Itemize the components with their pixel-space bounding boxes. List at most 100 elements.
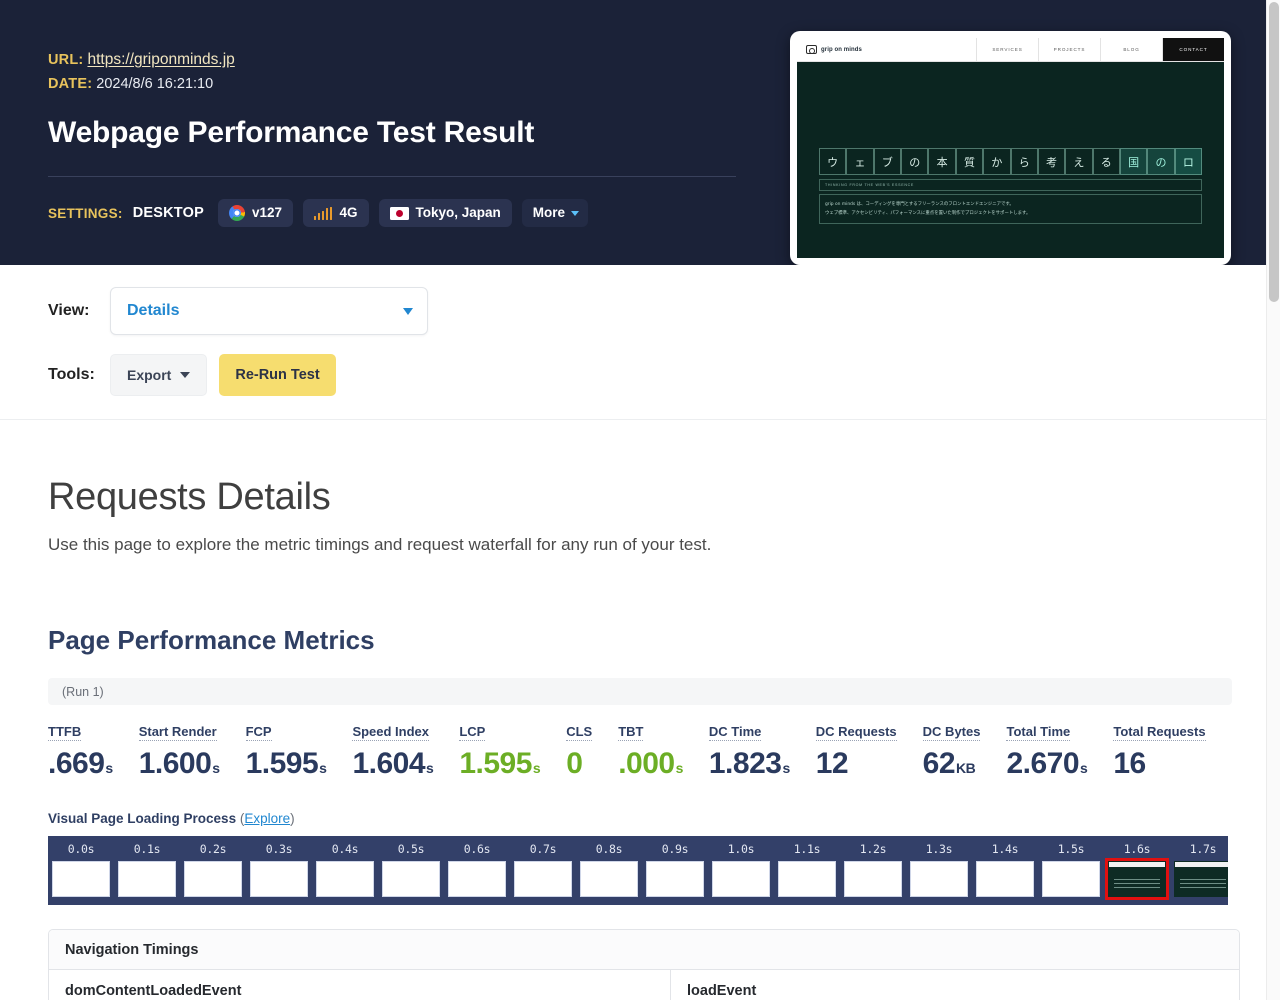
filmstrip-frame[interactable]: 0.9s — [642, 842, 708, 897]
filmstrip-frame[interactable]: 1.2s — [840, 842, 906, 897]
hero-char: ブ — [874, 148, 901, 175]
metric-label[interactable]: DC Requests — [816, 724, 897, 741]
filmstrip-frame-thumbnail[interactable] — [1108, 861, 1166, 897]
chip-location[interactable]: Tokyo, Japan — [379, 199, 512, 227]
metric-unit: s — [426, 760, 433, 776]
filmstrip-frame-thumbnail[interactable] — [448, 861, 506, 897]
filmstrip-frame-thumbnail[interactable] — [844, 861, 902, 897]
filmstrip-frame-thumbnail[interactable] — [118, 861, 176, 897]
filmstrip-scroll-container[interactable]: 0.0s0.1s0.2s0.3s0.4s0.5s0.6s0.7s0.8s0.9s… — [48, 836, 1228, 905]
filmstrip-frame[interactable]: 0.6s — [444, 842, 510, 897]
filmstrip-frame[interactable]: 0.0s — [48, 842, 114, 897]
page-heading: Webpage Performance Test Result — [48, 116, 740, 150]
filmstrip-frame-thumbnail[interactable] — [382, 861, 440, 897]
metric-label[interactable]: Total Time — [1006, 724, 1070, 741]
chip-browser[interactable]: v127 — [218, 199, 293, 227]
result-header: URL: https://griponminds.jp DATE: 2024/8… — [0, 0, 1280, 265]
filmstrip-frame-thumbnail[interactable] — [580, 861, 638, 897]
metric-unit: s — [676, 760, 683, 776]
filmstrip-frame[interactable]: 1.7s — [1170, 842, 1228, 897]
page-scrollbar[interactable] — [1266, 0, 1280, 1000]
filmstrip-frame-thumbnail[interactable] — [1174, 861, 1228, 897]
filmstrip-frame[interactable]: 0.2s — [180, 842, 246, 897]
filmstrip-frame-time: 0.8s — [576, 842, 642, 856]
metric-label[interactable]: CLS — [566, 724, 592, 741]
filmstrip-frame[interactable]: 0.7s — [510, 842, 576, 897]
filmstrip-frame-time: 0.7s — [510, 842, 576, 856]
filmstrip-frame-thumbnail[interactable] — [184, 861, 242, 897]
thumbnail-page: grip on minds SERVICES PROJECTS BLOG CON… — [797, 38, 1224, 258]
export-button[interactable]: Export — [110, 354, 207, 396]
brand-mark-icon — [806, 45, 817, 54]
metric-total-time: Total Time2.670s — [1006, 723, 1087, 781]
filmstrip-frame[interactable]: 0.5s — [378, 842, 444, 897]
filmstrip-frame-thumbnail[interactable] — [712, 861, 770, 897]
rerun-test-button[interactable]: Re-Run Test — [219, 354, 335, 396]
filmstrip-frame-thumbnail[interactable] — [646, 861, 704, 897]
filmstrip-frame-thumbnail[interactable] — [910, 861, 968, 897]
chevron-down-icon — [571, 211, 579, 216]
view-select[interactable]: Details — [110, 287, 428, 335]
filmstrip-frame-thumbnail[interactable] — [778, 861, 836, 897]
page-screenshot-thumbnail[interactable]: grip on minds SERVICES PROJECTS BLOG CON… — [790, 31, 1231, 265]
chip-connection[interactable]: 4G — [303, 199, 369, 227]
run-label: (Run 1) — [62, 685, 104, 699]
thumbnail-paragraph: grip on minds は、コーディングを専門とするフリーランスのフロントエ… — [819, 194, 1202, 224]
settings-key: SETTINGS: — [48, 206, 123, 221]
metric-speed-index: Speed Index1.604s — [352, 723, 433, 781]
filmstrip-frame-time: 1.4s — [972, 842, 1038, 856]
metric-label[interactable]: TTFB — [48, 724, 81, 741]
metric-label[interactable]: DC Bytes — [923, 724, 981, 741]
filmstrip-frame-thumbnail[interactable] — [52, 861, 110, 897]
filmstrip-frame-time: 1.6s — [1104, 842, 1170, 856]
filmstrip-frame-thumbnail[interactable] — [316, 861, 374, 897]
metric-label[interactable]: FCP — [246, 724, 272, 741]
metric-value: 0 — [566, 747, 592, 781]
thumbnail-nav-contact: CONTACT — [1162, 38, 1224, 61]
filmstrip-frame-thumbnail[interactable] — [250, 861, 308, 897]
thumbnail-paragraph-line2: ウェブ標準、アクセシビリティ、パフォーマンスに重点を置いた制作でプロジェクトをサ… — [825, 209, 1196, 218]
filmstrip-frame-time: 1.2s — [840, 842, 906, 856]
metric-unit: s — [319, 760, 326, 776]
filmstrip-heading-label: Visual Page Loading Process — [48, 811, 236, 826]
thumbnail-nav-projects: PROJECTS — [1038, 38, 1100, 61]
filmstrip-frame[interactable]: 1.5s — [1038, 842, 1104, 897]
filmstrip-frame[interactable]: 1.3s — [906, 842, 972, 897]
metric-value: 1.595s — [459, 747, 540, 781]
metric-label[interactable]: Total Requests — [1113, 724, 1205, 741]
main-content: Requests Details Use this page to explor… — [0, 420, 1280, 1000]
filmstrip-frame[interactable]: 0.3s — [246, 842, 312, 897]
filmstrip-frame-time: 0.6s — [444, 842, 510, 856]
filmstrip-frame[interactable]: 1.4s — [972, 842, 1038, 897]
metric-value: 1.600s — [139, 747, 220, 781]
filmstrip-frame-thumbnail[interactable] — [1042, 861, 1100, 897]
filmstrip-frame[interactable]: 0.1s — [114, 842, 180, 897]
hero-char: ロ — [1175, 148, 1202, 175]
thumbnail-logo-text: grip on minds — [821, 47, 862, 53]
metric-label[interactable]: DC Time — [709, 724, 762, 741]
filmstrip-frame-thumbnail[interactable] — [976, 861, 1034, 897]
filmstrip-frame[interactable]: 1.0s — [708, 842, 774, 897]
run-selector-bar[interactable]: (Run 1) — [48, 678, 1232, 705]
filmstrip-frame[interactable]: 0.4s — [312, 842, 378, 897]
metric-label[interactable]: LCP — [459, 724, 485, 741]
filmstrip-frame-time: 0.2s — [180, 842, 246, 856]
metric-value: 1.823s — [709, 747, 790, 781]
tested-url-link[interactable]: https://griponminds.jp — [87, 51, 234, 68]
tools-label: Tools: — [48, 366, 110, 384]
metric-label[interactable]: Start Render — [139, 724, 217, 741]
explore-link[interactable]: Explore — [244, 811, 290, 826]
page-scrollbar-thumb[interactable] — [1269, 2, 1279, 302]
metric-label[interactable]: TBT — [618, 724, 643, 741]
metric-value: 16 — [1113, 747, 1205, 781]
date-key: DATE: — [48, 76, 92, 92]
metric-dc-time: DC Time 1.823s — [709, 723, 790, 781]
more-settings-button[interactable]: More — [522, 199, 588, 227]
filmstrip-frame-thumbnail[interactable] — [514, 861, 572, 897]
filmstrip-frame[interactable]: 1.6s — [1104, 842, 1170, 897]
filmstrip-frame[interactable]: 1.1s — [774, 842, 840, 897]
hero-char: か — [983, 148, 1010, 175]
metrics-scroll-container[interactable]: TTFB.669sStart Render1.600sFCP1.595sSpee… — [48, 723, 1228, 781]
metric-label[interactable]: Speed Index — [352, 724, 429, 741]
filmstrip-frame[interactable]: 0.8s — [576, 842, 642, 897]
